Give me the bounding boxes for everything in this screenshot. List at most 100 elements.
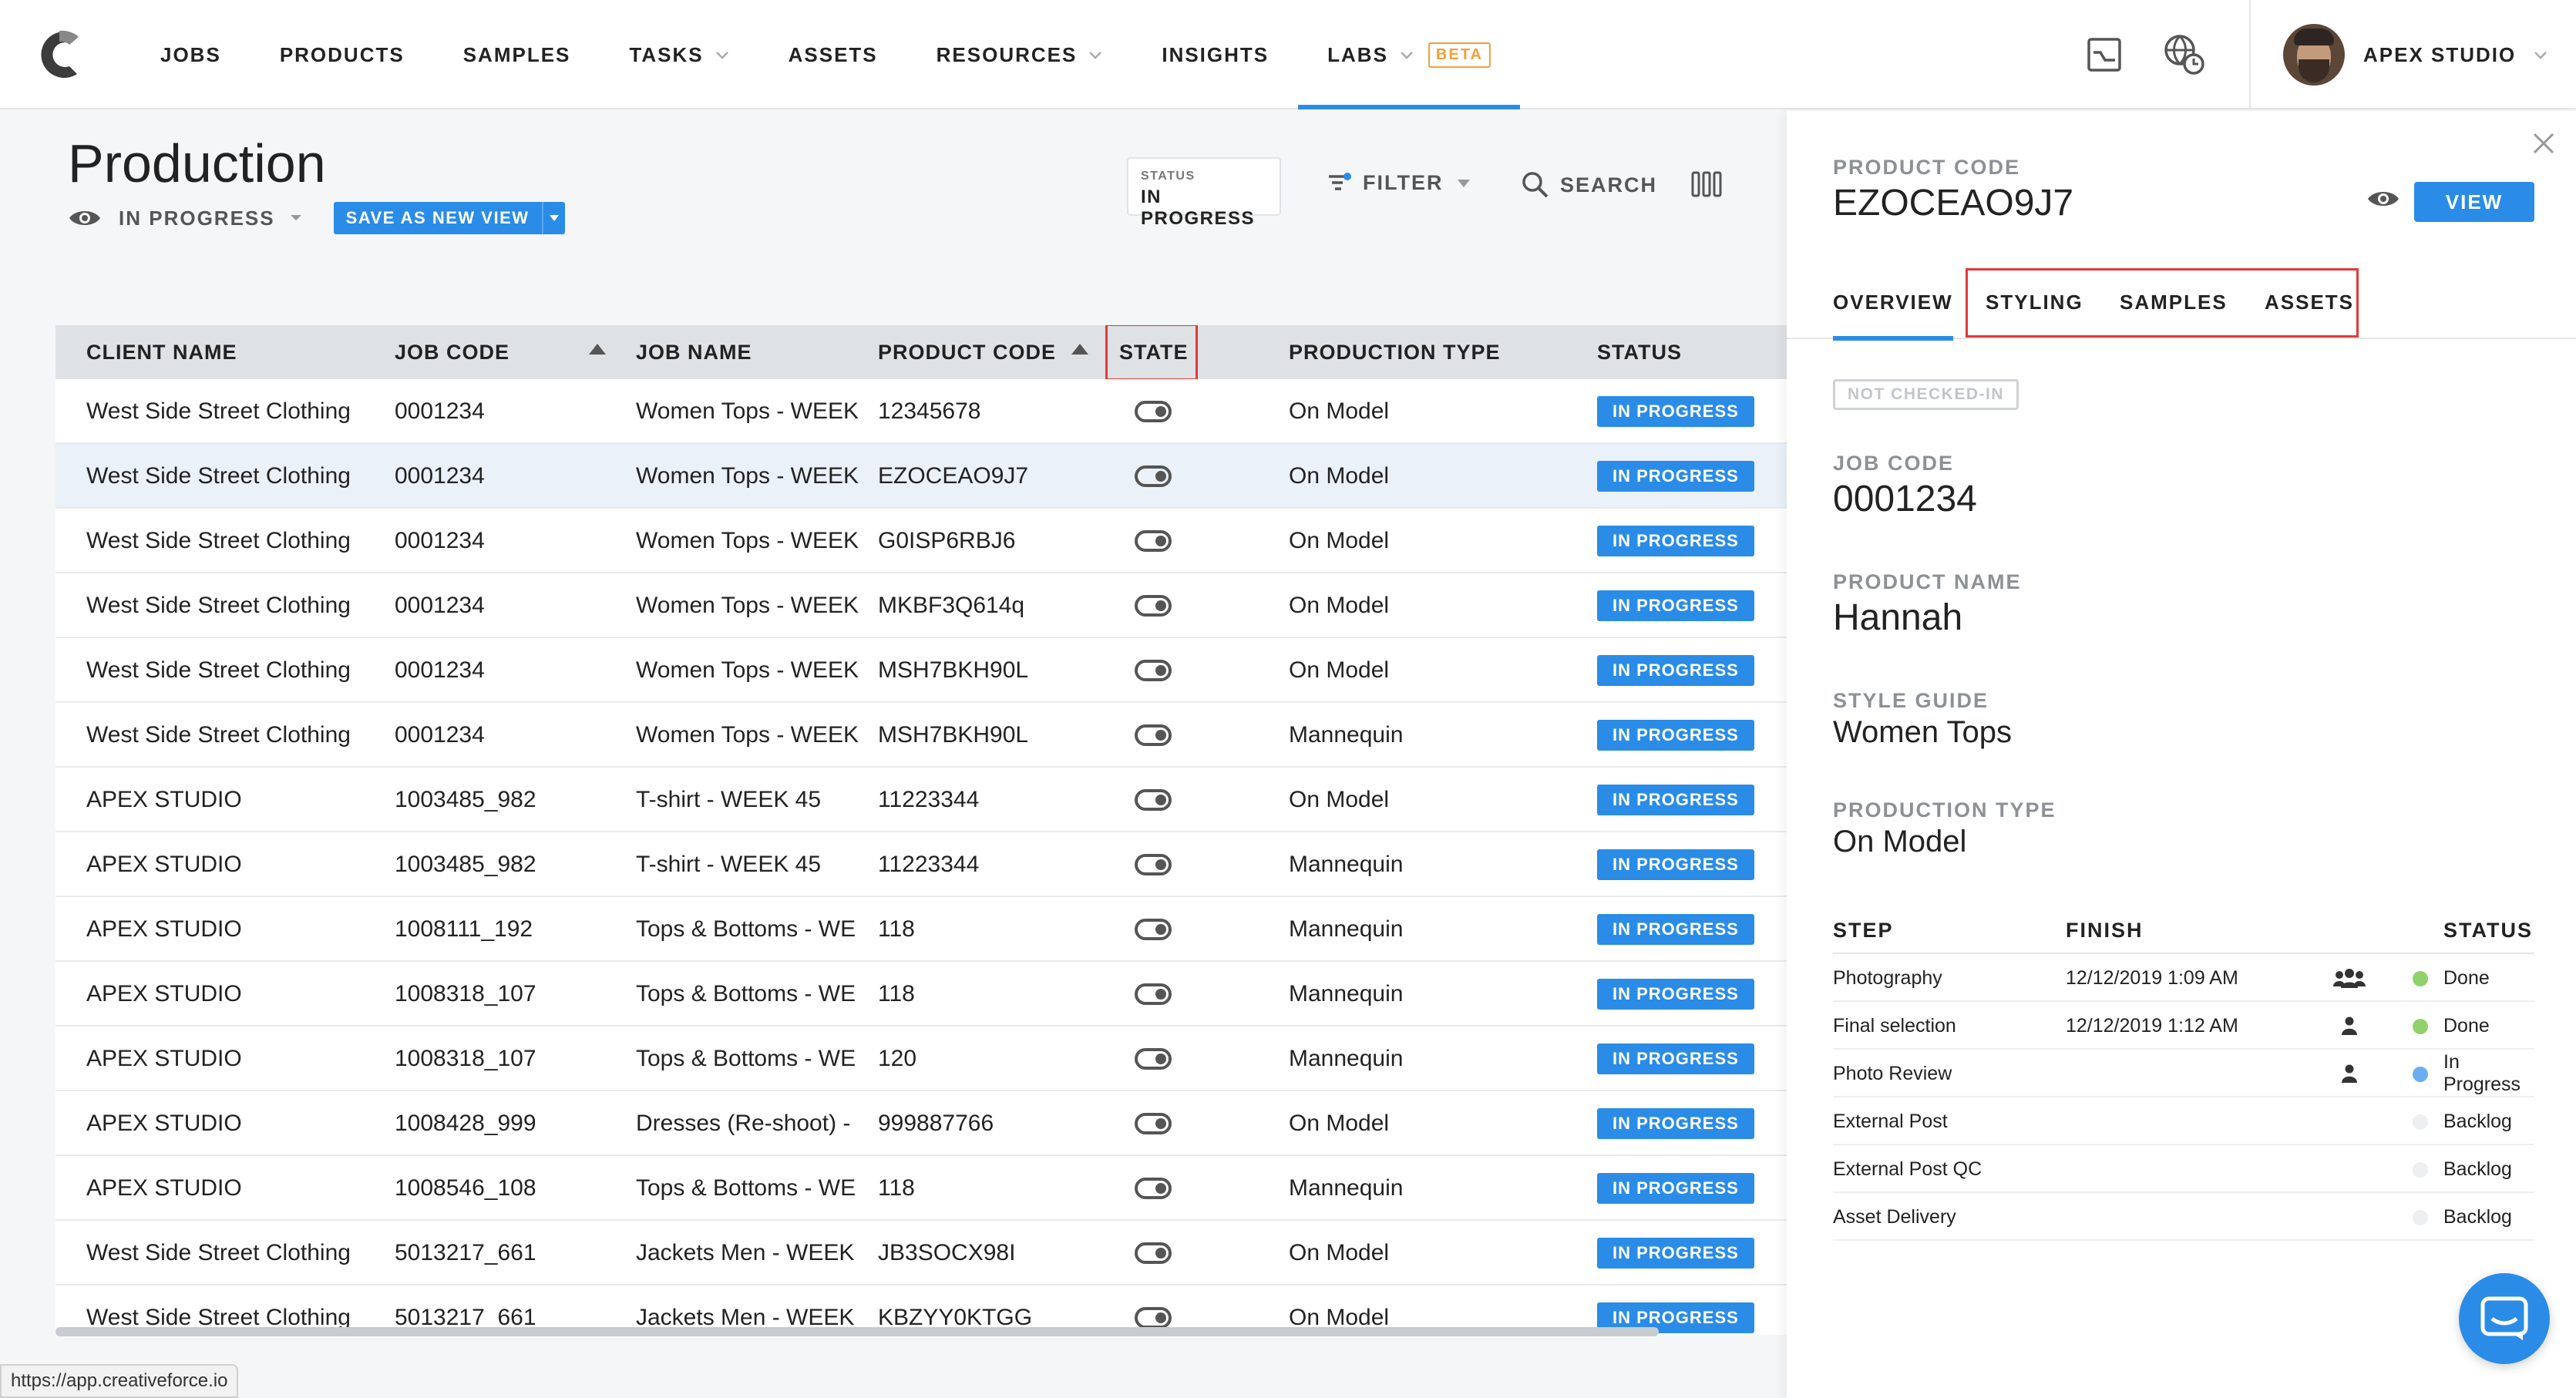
steps-header-status: STATUS — [2443, 919, 2533, 942]
columns-button[interactable] — [1691, 171, 1733, 197]
cell-job-code: 0001234 — [395, 657, 485, 683]
chat-launcher-button[interactable] — [2459, 1273, 2550, 1364]
table-row[interactable]: West Side Street Clothing 0001234 Women To… — [55, 379, 1787, 444]
status-filter-chip[interactable]: STATUS IN PROGRESS — [1127, 157, 1281, 229]
nav-item-label: RESOURCES — [936, 42, 1078, 66]
column-header-job-code[interactable]: JOB CODE — [395, 325, 509, 379]
nav-item-insights[interactable]: INSIGHTS — [1132, 0, 1298, 109]
state-toggle[interactable] — [1135, 1178, 1172, 1199]
nav-item-assets[interactable]: ASSETS — [759, 0, 907, 109]
step-row[interactable]: Photo Review In Progress — [1833, 1050, 2534, 1097]
table-row[interactable]: West Side Street Clothing 0001234 Women To… — [55, 638, 1787, 703]
state-toggle[interactable] — [1135, 983, 1172, 1005]
nav-item-products[interactable]: PRODUCTS — [251, 0, 434, 109]
state-toggle[interactable] — [1135, 465, 1172, 487]
production-type-label: PRODUCTION TYPE — [1833, 798, 2056, 822]
filter-icon — [1329, 172, 1351, 190]
cell-job-code: 0001234 — [395, 722, 485, 748]
state-toggle[interactable] — [1135, 724, 1172, 746]
person-icon[interactable] — [2332, 1014, 2366, 1037]
cell-job-name: Women Tops - WEEK — [636, 593, 859, 618]
cell-client-name: West Side Street Clothing — [86, 1240, 351, 1265]
table-row[interactable]: APEX STUDIO 1003485_982 T-shirt - WEEK 45 1… — [55, 768, 1787, 832]
column-header-client-name[interactable]: CLIENT NAME — [86, 325, 237, 379]
column-header-production-type[interactable]: PRODUCTION TYPE — [1289, 325, 1501, 379]
current-view-label[interactable]: IN PROGRESS — [119, 207, 275, 230]
table-row[interactable]: APEX STUDIO 1008318_107 Tops & Bottoms - W… — [55, 1027, 1787, 1091]
nav-item-label: SAMPLES — [462, 42, 571, 66]
table-row[interactable]: West Side Street Clothing 5013217_661 Jack… — [55, 1221, 1787, 1285]
reports-icon[interactable] — [2081, 32, 2127, 78]
cell-job-code: 1008318_107 — [395, 981, 536, 1006]
cell-product-code: MSH7BKH90L — [878, 657, 1029, 683]
sort-asc-icon[interactable] — [589, 344, 606, 355]
save-as-new-view-button[interactable]: SAVE AS NEW VIEW — [333, 202, 565, 234]
user-menu[interactable]: APEX STUDIO — [2249, 0, 2576, 109]
table-row[interactable]: West Side Street Clothing 0001234 Women To… — [55, 703, 1787, 768]
nav-item-label: LABS — [1327, 42, 1388, 66]
search-button[interactable]: SEARCH — [1522, 171, 1657, 199]
style-guide-value[interactable]: Women Tops — [1833, 715, 2012, 750]
user-name: APEX STUDIO — [2363, 42, 2517, 66]
column-header-status[interactable]: STATUS — [1597, 325, 1682, 379]
table-row[interactable]: APEX STUDIO 1008318_107 Tops & Bottoms - W… — [55, 962, 1787, 1027]
column-header-product-code[interactable]: PRODUCT CODE — [878, 325, 1056, 379]
group-icon[interactable] — [2332, 966, 2366, 990]
state-toggle[interactable] — [1135, 595, 1172, 617]
table-row[interactable]: APEX STUDIO 1008546_108 Tops & Bottoms - W… — [55, 1156, 1787, 1221]
chevron-down-icon — [1089, 52, 1102, 59]
job-code-label: JOB CODE — [1833, 452, 1955, 475]
table-row[interactable]: APEX STUDIO 1003485_982 T-shirt - WEEK 45 1… — [55, 832, 1787, 897]
state-toggle[interactable] — [1135, 1242, 1172, 1264]
nav-item-jobs[interactable]: JOBS — [131, 0, 251, 109]
creativeforce-logo-icon[interactable] — [31, 25, 88, 85]
filter-button[interactable]: FILTER — [1327, 171, 1471, 195]
chevron-down-icon[interactable] — [289, 211, 303, 225]
chat-icon — [2480, 1296, 2528, 1340]
status-badge: IN PROGRESS — [1597, 720, 1754, 751]
cell-client-name: West Side Street Clothing — [86, 398, 351, 424]
page-title: Production — [68, 133, 326, 193]
cell-client-name: APEX STUDIO — [86, 1046, 242, 1071]
view-button[interactable]: VIEW — [2414, 182, 2534, 222]
tab-overview[interactable]: OVERVIEW — [1833, 265, 1953, 341]
table-row[interactable]: APEX STUDIO 1008428_999 Dresses (Re-shoot)… — [55, 1091, 1787, 1156]
state-column-highlight — [1105, 325, 1198, 381]
cell-production-type: On Model — [1289, 787, 1390, 812]
status-dot-icon — [2413, 1210, 2428, 1225]
step-row[interactable]: Photography 12/12/2019 1:09 AM Done — [1833, 954, 2534, 1002]
step-row[interactable]: External Post Backlog — [1833, 1097, 2534, 1145]
nav-item-label: JOBS — [160, 42, 221, 66]
horizontal-scrollbar[interactable] — [55, 1327, 1659, 1336]
state-toggle[interactable] — [1135, 789, 1172, 811]
cell-client-name: West Side Street Clothing — [86, 722, 351, 748]
step-row[interactable]: External Post QC Backlog — [1833, 1145, 2534, 1193]
table-row[interactable]: West Side Street Clothing 0001234 Women To… — [55, 509, 1787, 573]
table-row[interactable]: APEX STUDIO 1008111_192 Tops & Bottoms - W… — [55, 897, 1787, 962]
nav-item-tasks[interactable]: TASKS — [600, 0, 758, 109]
eye-icon[interactable] — [2366, 188, 2400, 210]
close-icon[interactable] — [2531, 131, 2556, 156]
nav-item-labs[interactable]: LABS BETA — [1298, 0, 1520, 109]
table-row[interactable]: West Side Street Clothing 0001234 Women To… — [55, 573, 1787, 638]
state-toggle[interactable] — [1135, 401, 1172, 422]
state-toggle[interactable] — [1135, 854, 1172, 875]
column-header-job-name[interactable]: JOB NAME — [636, 325, 752, 379]
nav-item-samples[interactable]: SAMPLES — [434, 0, 600, 109]
table-row[interactable]: West Side Street Clothing 0001234 Women To… — [55, 444, 1787, 509]
state-toggle[interactable] — [1135, 1113, 1172, 1134]
world-clock-icon[interactable] — [2161, 32, 2208, 78]
cell-production-type: On Model — [1289, 593, 1390, 618]
nav-item-resources[interactable]: RESOURCES — [907, 0, 1133, 109]
state-toggle[interactable] — [1135, 919, 1172, 940]
state-toggle[interactable] — [1135, 530, 1172, 552]
save-view-dropdown-toggle[interactable] — [541, 202, 565, 234]
person-icon[interactable] — [2332, 1062, 2366, 1085]
step-row[interactable]: Asset Delivery Backlog — [1833, 1193, 2534, 1241]
cell-product-code: 12345678 — [878, 398, 981, 424]
state-toggle[interactable] — [1135, 1307, 1172, 1329]
state-toggle[interactable] — [1135, 1048, 1172, 1070]
sort-asc-icon[interactable] — [1071, 344, 1088, 355]
step-row[interactable]: Final selection 12/12/2019 1:12 AM Done — [1833, 1002, 2534, 1050]
state-toggle[interactable] — [1135, 660, 1172, 681]
